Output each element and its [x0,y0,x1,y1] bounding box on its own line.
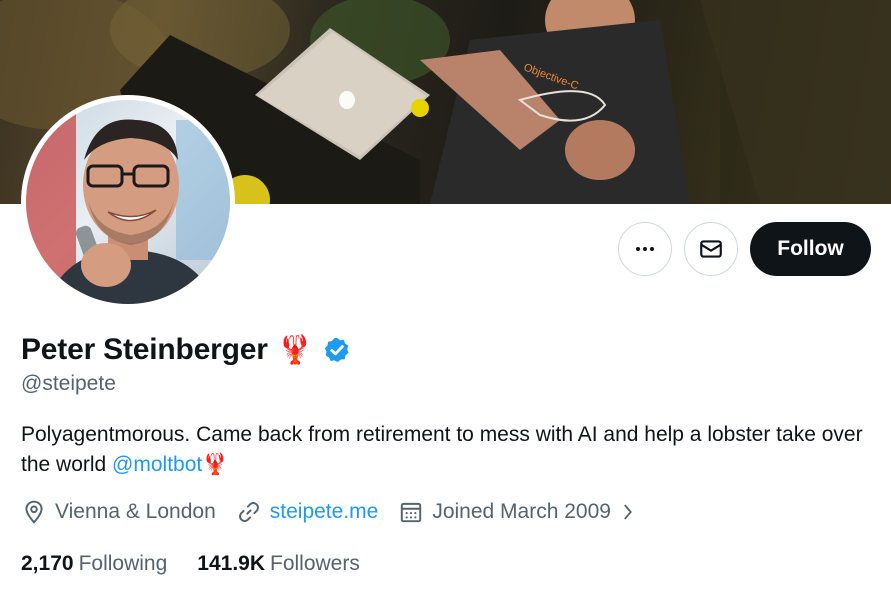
chevron-right-icon [624,504,632,520]
joined-item[interactable]: Joined March 2009 [398,499,637,525]
verified-badge-icon[interactable] [323,336,351,364]
profile-stats: 2,170 Following 141.9K Followers [21,549,390,579]
more-horizontal-icon [636,247,654,251]
followers-label: Followers [270,552,360,575]
link-icon [238,502,259,522]
following-stat[interactable]: 2,170 Following [21,552,167,576]
user-handle: @steipete [21,372,116,395]
website-item[interactable]: steipete.me [236,499,379,525]
profile-meta: Vienna & London steipete.me Joined March… [21,497,657,527]
bio-emoji: 🦞 [202,453,229,476]
following-label: Following [78,552,168,575]
avatar-photo [26,100,230,304]
profile-avatar[interactable] [21,95,235,309]
display-name: Peter Steinberger [21,333,268,366]
location-item: Vienna & London [21,499,216,525]
bio-mention-link[interactable]: @moltbot [112,453,202,476]
website-link[interactable]: steipete.me [270,500,379,524]
followers-count: 141.9K [197,552,265,575]
message-button[interactable] [684,222,738,276]
calendar-icon [401,502,422,523]
joined-text: Joined March 2009 [432,500,611,523]
envelope-icon [700,240,722,258]
following-count: 2,170 [21,552,74,575]
followers-stat[interactable]: 141.9K Followers [197,552,360,576]
follow-button[interactable]: Follow [750,222,871,276]
more-options-button[interactable] [618,222,672,276]
lobster-emoji: 🦞 [277,334,313,365]
profile-page: Objective-C Follow Peter Steinberger 🦞 @… [0,0,891,594]
location-text: Vienna & London [55,500,216,523]
name-row: Peter Steinberger 🦞 [21,330,351,370]
location-pin-icon [25,500,43,524]
profile-bio: Polyagentmorous. Came back from retireme… [21,420,881,480]
